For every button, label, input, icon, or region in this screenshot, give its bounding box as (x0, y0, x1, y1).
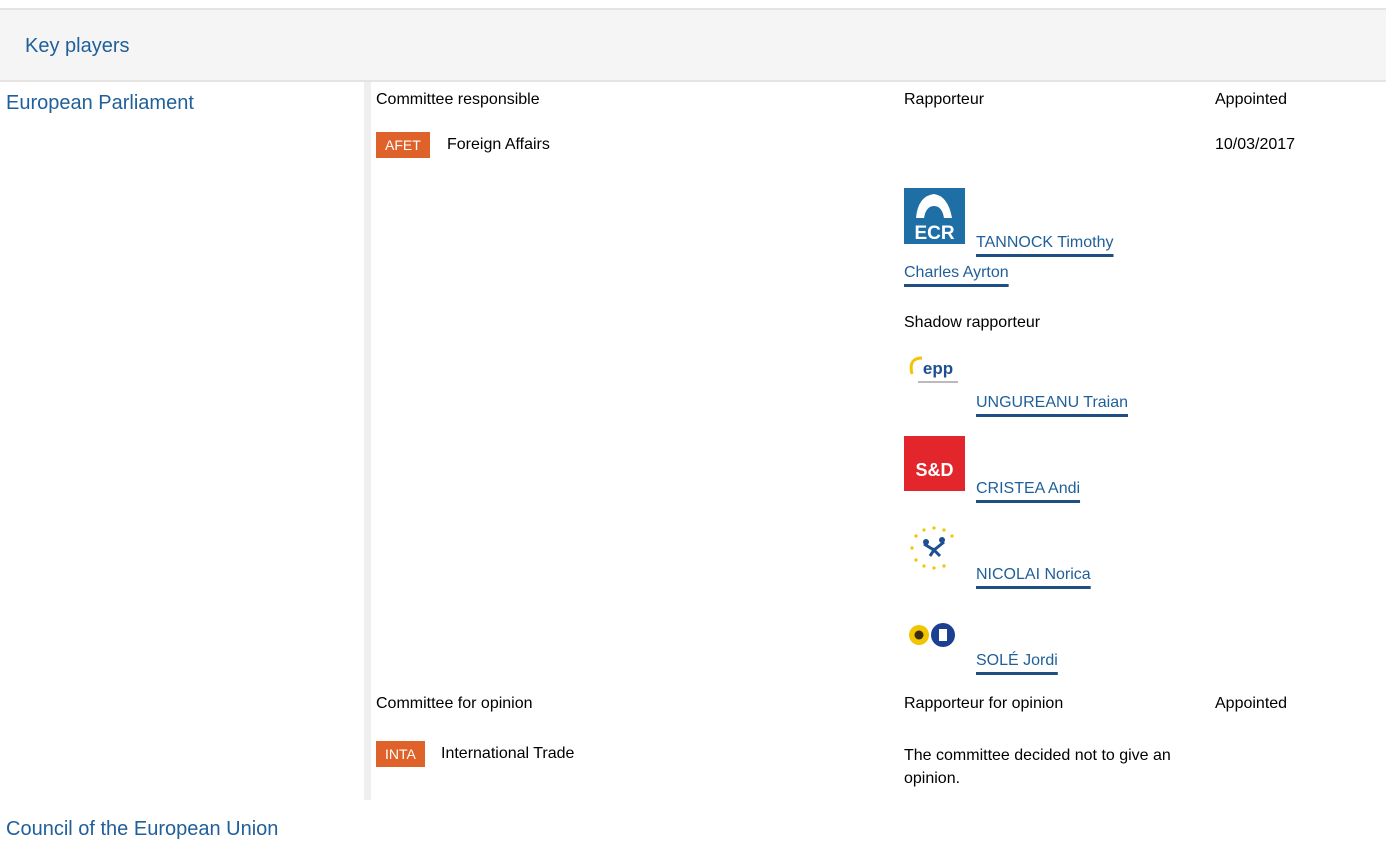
svg-text:ECR: ECR (914, 223, 954, 244)
alde-logo-icon (904, 522, 965, 577)
shadow-rapporteur-label: Shadow rapporteur (904, 314, 1041, 331)
ecr-logo-icon: ECR (904, 188, 965, 244)
shadow-name-sole[interactable]: SOLÉ Jordi (976, 648, 1058, 674)
rapporteur-name-line1[interactable]: TANNOCK Timothy (976, 230, 1114, 256)
key-players-header: Key players (0, 8, 1386, 82)
sd-logo-icon: S&D (904, 436, 965, 491)
col-committee-opinion: Committee for opinion (376, 695, 533, 712)
rapporteur-name-line2[interactable]: Charles Ayrton (904, 260, 1009, 286)
svg-text:epp: epp (923, 359, 953, 378)
key-players-title: Key players (25, 35, 130, 57)
col-committee-responsible: Committee responsible (376, 91, 540, 108)
committee-name-foreign-affairs[interactable]: Foreign Affairs (447, 136, 550, 154)
opinion-note: The committee decided not to give an opi… (904, 747, 1171, 787)
greens-efa-logo-icon (904, 608, 965, 663)
col-appointed: Appointed (1215, 91, 1288, 108)
committee-name-international-trade[interactable]: International Trade (441, 745, 574, 763)
committee-badge-afet[interactable]: AFET (376, 132, 430, 158)
col-appointed-opinion: Appointed (1215, 695, 1288, 712)
appointed-date: 10/03/2017 (1215, 136, 1296, 153)
col-rapporteur-opinion: Rapporteur for opinion (904, 695, 1064, 712)
epp-logo-icon: epp (904, 350, 965, 405)
section-european-parliament[interactable]: European Parliament (6, 92, 194, 115)
svg-text:S&D: S&D (915, 460, 953, 480)
col-rapporteur: Rapporteur (904, 91, 985, 108)
shadow-name-ungureanu[interactable]: UNGUREANU Traian (976, 390, 1128, 416)
shadow-name-cristea[interactable]: CRISTEA Andi (976, 476, 1080, 502)
column-divider (364, 82, 371, 800)
committee-badge-inta[interactable]: INTA (376, 741, 425, 767)
section-council[interactable]: Council of the European Union (6, 818, 278, 841)
shadow-name-nicolai[interactable]: NICOLAI Norica (976, 562, 1091, 588)
